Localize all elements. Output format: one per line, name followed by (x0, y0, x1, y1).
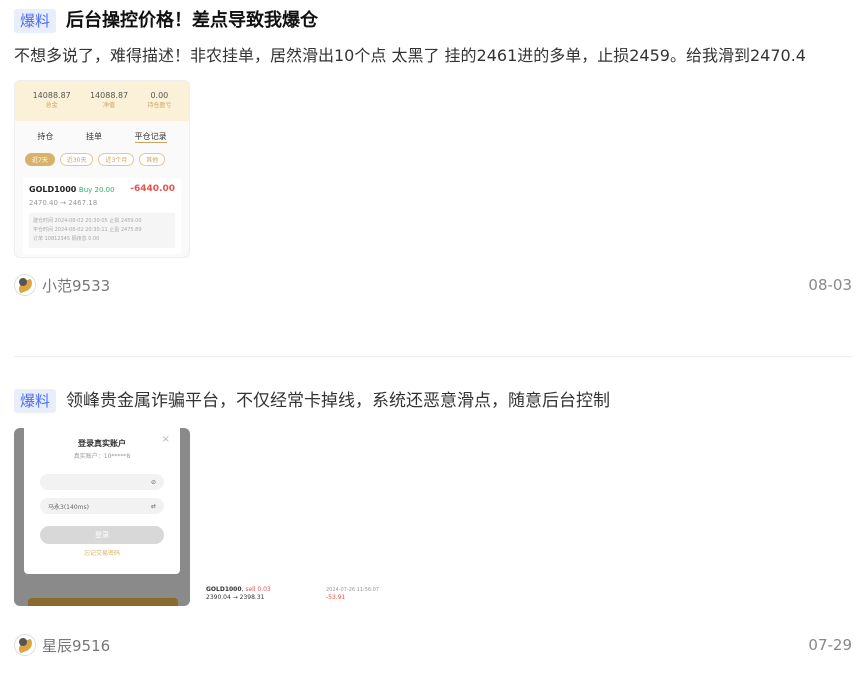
tab-orders: 挂单 (85, 132, 102, 141)
post-meta: 星辰9516 07-29 (14, 632, 852, 658)
pill: 近3个月 (98, 153, 135, 166)
eagle-avatar-icon (14, 634, 36, 656)
post-title[interactable]: 领峰贵金属诈骗平台，不仅经常卡掉线，系统还恶意滑点，随意后台控制 (66, 387, 610, 415)
trade-detail: 建仓时间 2024-08-02 20:30:05 止损 2459.00 平仓时间… (29, 213, 175, 248)
post-meta: 小范9533 08-03 (14, 272, 852, 298)
post-body: 不想多说了，难得描述！非农挂单，居然滑出10个点 太黑了 挂的2461进的多单，… (14, 46, 806, 65)
category-badge[interactable]: 爆料 (14, 9, 57, 33)
trade-record: GOLD1000 Buy 20.00 -6440.00 2470.40 → 24… (23, 178, 181, 254)
login-dialog: × 登录真实账户 真实账户：10*****8 ⊘ 马永3(140ms) ⇄ 登录… (24, 428, 180, 574)
tab-positions: 持仓 (37, 132, 54, 141)
dialog-subtitle: 真实账户：10*****8 (73, 453, 131, 460)
eye-off-icon: ⊘ (150, 478, 156, 486)
bottom-bar (28, 598, 178, 606)
account-summary: 14088.87 总金 14088.87 净值 0.00 持仓盈亏 (15, 81, 189, 121)
post-date: 07-29 (808, 636, 852, 654)
trade-prices: 2470.40 → 2467.18 (29, 199, 98, 207)
summary-cell: 14088.87 净值 (89, 91, 129, 109)
swap-icon: ⇄ (150, 502, 156, 510)
post-title-row: 爆料 后台操控价格！差点导致我爆仓 (14, 6, 852, 36)
trade-pnl: -6440.00 (130, 184, 175, 194)
summary-cell: 0.00 持仓盈亏 (147, 91, 172, 109)
author[interactable]: 小范9533 (14, 274, 110, 296)
pill: 其他 (139, 153, 166, 166)
login-button: 登录 (40, 526, 164, 544)
forgot-password-link: 忘记交易密码 (83, 550, 120, 557)
pill: 近7天 (25, 153, 55, 166)
post-title-row: 爆料 领峰贵金属诈骗平台，不仅经常卡掉线，系统还恶意滑点，随意后台控制 (14, 386, 852, 416)
period-pills: 近7天 近30天 近3个月 其他 (15, 149, 189, 170)
trade-symbol: GOLD1000 (29, 184, 77, 194)
tab-history: 平仓记录 (134, 132, 167, 143)
server-field: 马永3(140ms) ⇄ (40, 498, 164, 514)
mini-trade-record: GOLD1000, sell 0.03 2390.04 → 2398.31 (206, 586, 271, 601)
post-card[interactable]: 爆料 后台操控价格！差点导致我爆仓 不想多说了，难得描述！非农挂单，居然滑出10… (14, 6, 852, 298)
post-thumbnail[interactable]: 14088.87 总金 14088.87 净值 0.00 持仓盈亏 持仓 挂单 … (14, 80, 190, 258)
mini-trade-result: 2024-07-26 11:56:07 -53.91 (326, 587, 380, 601)
author-name: 星辰9516 (42, 636, 111, 655)
dialog-title: 登录真实账户 (78, 439, 126, 448)
close-icon: × (161, 434, 170, 445)
author-name: 小范9533 (42, 276, 111, 295)
password-field: ⊘ (40, 474, 164, 490)
post-card[interactable]: 爆料 领峰贵金属诈骗平台，不仅经常卡掉线，系统还恶意滑点，随意后台控制 × 登录… (14, 386, 852, 658)
author[interactable]: 星辰9516 (14, 634, 110, 656)
eagle-avatar-icon (14, 274, 36, 296)
trade-side: Buy 20.00 (78, 185, 115, 194)
thumbnail-tabs: 持仓 挂单 平仓记录 (15, 121, 189, 149)
post-thumbnail[interactable]: × 登录真实账户 真实账户：10*****8 ⊘ 马永3(140ms) ⇄ 登录… (14, 428, 190, 606)
summary-cell: 14088.87 总金 (32, 91, 71, 109)
category-badge[interactable]: 爆料 (14, 389, 57, 413)
pill: 近30天 (59, 153, 94, 166)
post-title[interactable]: 后台操控价格！差点导致我爆仓 (66, 7, 318, 35)
divider (14, 356, 852, 357)
post-date: 08-03 (808, 276, 852, 294)
